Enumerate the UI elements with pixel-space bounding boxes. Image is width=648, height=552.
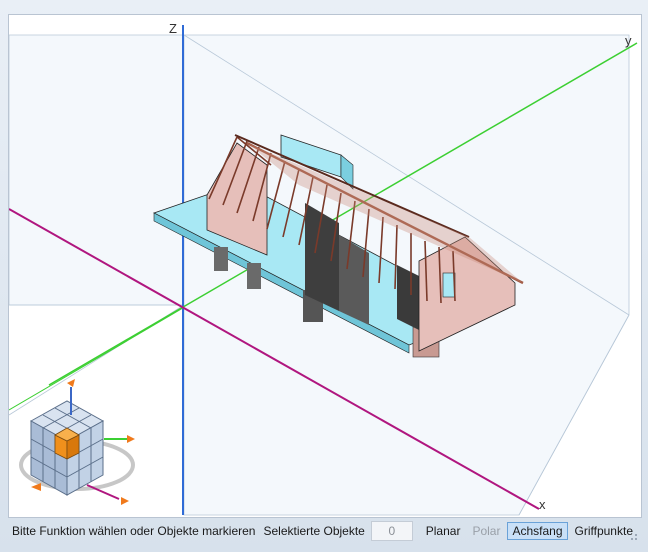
view-cube-rotate-handle-left[interactable] [31,483,41,491]
x-axis-label: x [539,497,546,512]
resize-grip-icon[interactable] [628,531,638,541]
view-cube-rotate-handle-right[interactable] [127,435,135,443]
foundation-1 [214,247,228,271]
3d-viewport[interactable]: Z y x [8,14,642,518]
cad-window: Z y x Bitte Funktion wählen oder Objekte… [0,0,648,552]
view-cube-icon[interactable] [19,379,135,505]
gable-window [442,272,456,298]
achsfang-toggle[interactable]: Achsfang [507,522,568,540]
foundation-2 [247,263,261,289]
planar-toggle[interactable]: Planar [421,522,466,540]
y-axis-label: y [625,33,632,48]
z-axis-label: Z [169,21,177,36]
y-axis-negative [9,307,184,411]
selected-objects-count: 0 [370,521,413,541]
status-message: Bitte Funktion wählen oder Objekte marki… [12,524,256,538]
polar-toggle[interactable]: Polar [467,522,505,540]
view-cube-rotate-handle-top[interactable] [67,379,75,387]
selected-objects-label: Selektierte Objekte [263,524,365,538]
viewport-canvas[interactable] [9,15,641,517]
status-bar: Bitte Funktion wählen oder Objekte marki… [8,518,640,544]
view-cube-rotate-handle-bottom[interactable] [121,497,129,505]
